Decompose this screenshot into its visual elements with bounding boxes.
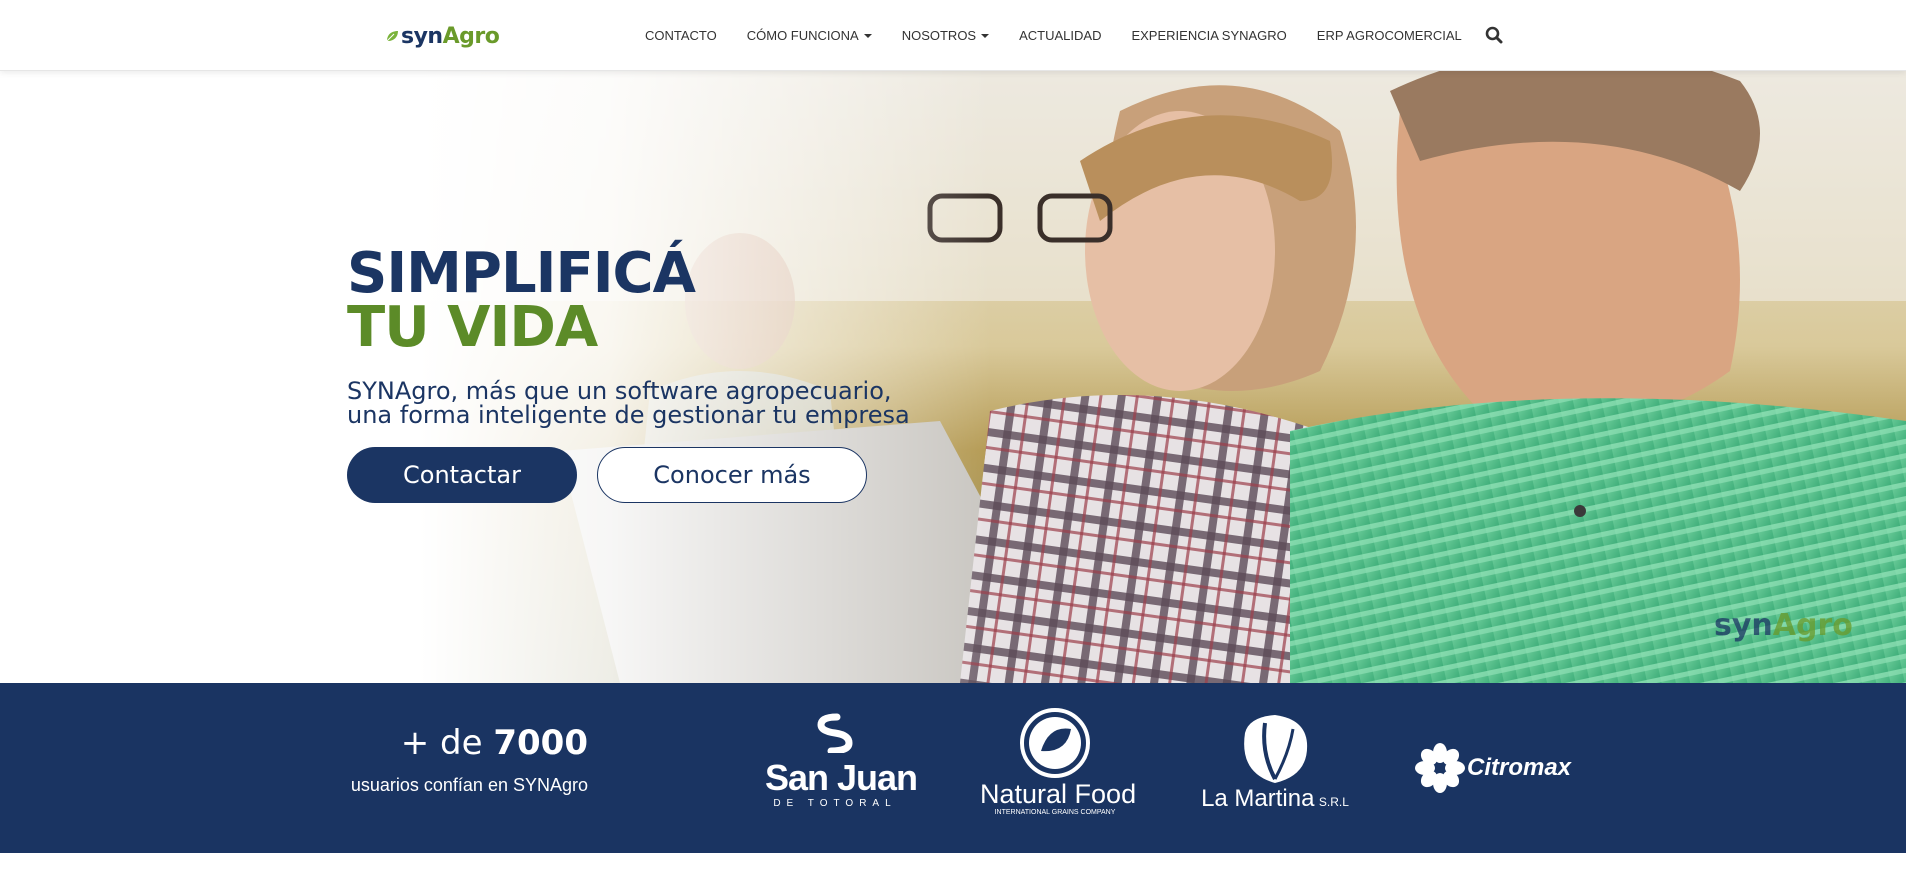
- contactar-button[interactable]: Contactar: [347, 447, 577, 503]
- client-logo-la-martina: La Martina S.R.L: [1200, 713, 1350, 825]
- headline-line-2: TU VIDA: [347, 295, 598, 360]
- leaf-icon: [386, 31, 398, 42]
- users-trust-text: usuarios confían en SYNAgro: [350, 775, 588, 795]
- search-icon[interactable]: [1485, 26, 1503, 44]
- nav-erp-agrocomercial[interactable]: ERP AGROCOMERCIAL: [1317, 28, 1462, 43]
- nav-como-funciona[interactable]: CÓMO FUNCIONA: [747, 28, 872, 43]
- nav-contacto[interactable]: CONTACTO: [645, 28, 717, 43]
- main-menu: CONTACTO CÓMO FUNCIONA NOSOTROS ACTUALID…: [645, 0, 1492, 71]
- caret-down-icon: [981, 33, 990, 38]
- caret-down-icon: [863, 33, 872, 38]
- synagro-logo[interactable]: synAgro: [384, 22, 500, 50]
- la-martina-name: La Martina: [1201, 785, 1315, 812]
- subtitle-line-1: SYNAgro, más que un software agropecuari…: [347, 377, 892, 405]
- shirt-logo-watermark: synAgro: [1714, 608, 1853, 643]
- logo-wordmark: synAgro: [401, 23, 500, 49]
- client-logo-san-juan: San Juan DE TOTORAL: [765, 713, 918, 825]
- hero-section: SIMPLIFICÁ TU VIDA SYNAgro, más que un s…: [0, 71, 1906, 683]
- headline-line-1: SIMPLIFICÁ: [347, 241, 696, 306]
- citromax-name: Citromax: [1467, 754, 1572, 781]
- hero-fade-overlay: [0, 71, 1906, 683]
- san-juan-s-mark-icon: [817, 713, 853, 755]
- users-count: + de 7000: [400, 723, 588, 763]
- top-navbar: synAgro CONTACTO CÓMO FUNCIONA NOSOTROS …: [0, 0, 1906, 71]
- nav-experiencia-synagro[interactable]: EXPERIENCIA SYNAGRO: [1131, 28, 1286, 43]
- subtitle-line-2: una forma inteligente de gestionar tu em…: [347, 401, 910, 429]
- client-logo-citromax: Citromax: [1415, 743, 1575, 793]
- client-logo-natural-food: Natural Food INTERNATIONAL GRAINS COMPAN…: [980, 707, 1137, 819]
- la-martina-wordmark: La Martina S.R.L: [1200, 785, 1350, 813]
- san-juan-subtitle: DE TOTORAL: [773, 798, 897, 809]
- la-martina-leaf-icon: [1244, 715, 1308, 783]
- citromax-flower-icon: [1415, 743, 1465, 793]
- hero-headline: SIMPLIFICÁ TU VIDA: [347, 241, 696, 360]
- hero-subtitle: SYNAgro, más que un software agropecuari…: [347, 379, 910, 427]
- la-martina-subtitle: S.R.L: [1318, 795, 1349, 809]
- nav-actualidad[interactable]: ACTUALIDAD: [1019, 28, 1101, 43]
- conocer-mas-button[interactable]: Conocer más: [597, 447, 867, 503]
- natural-food-leaf-icon: [1020, 708, 1090, 778]
- natural-food-name: Natural Food: [980, 779, 1137, 809]
- page-bottom-area: [0, 853, 1906, 896]
- clients-band: + de 7000 usuarios confían en SYNAgro Sa…: [0, 683, 1906, 853]
- natural-food-subtitle: INTERNATIONAL GRAINS COMPANY: [994, 809, 1116, 816]
- nav-nosotros[interactable]: NOSOTROS: [902, 28, 990, 43]
- san-juan-name: San Juan: [765, 757, 918, 798]
